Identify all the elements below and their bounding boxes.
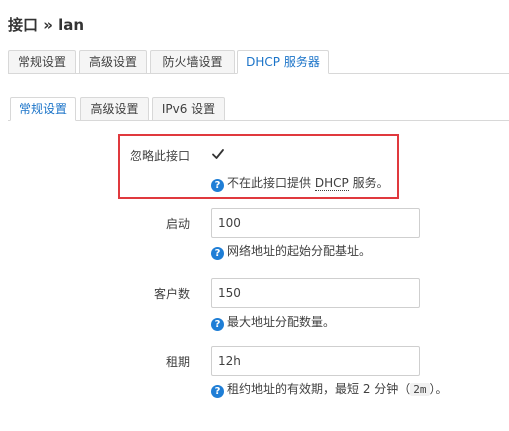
limit-help: ? 最大地址分配数量。 [211,313,335,331]
lease-label: 租期 [165,355,190,369]
tab-dhcp-server[interactable]: DHCP 服务器 [237,50,329,74]
main-tab-bar: 常规设置 高级设置 防火墙设置 DHCP 服务器 [8,48,509,74]
tab-advanced-settings[interactable]: 高级设置 [79,50,147,74]
tab-firewall-settings[interactable]: 防火墙设置 [150,50,235,74]
dhcp-abbr: DHCP [314,176,349,191]
check-icon [212,149,224,159]
ignore-interface-help: ? 不在此接口提供 DHCP 服务。 [211,174,389,192]
lease-help: ? 租约地址的有效期，最短 2 分钟（ 2m）。 [211,380,448,398]
sub-tab-bar: 常规设置 高级设置 IPv6 设置 [8,95,509,121]
help-icon: ? [211,247,224,260]
lease-min-code: 2m [410,383,430,396]
page-title: 接口 » lan [8,16,85,34]
subtab-advanced-settings[interactable]: 高级设置 [80,97,149,121]
ignore-interface-checkbox[interactable] [211,147,225,161]
lease-input[interactable]: 12h [211,346,420,376]
limit-input[interactable]: 150 [211,278,420,308]
ignore-interface-label: 忽略此接口 [129,149,190,163]
limit-label: 客户数 [153,287,190,301]
help-icon: ? [211,318,224,331]
start-help: ? 网络地址的起始分配基址。 [211,242,371,260]
help-icon: ? [211,179,224,192]
tab-general-settings[interactable]: 常规设置 [8,50,76,74]
subtab-ipv6-settings[interactable]: IPv6 设置 [152,97,225,121]
start-label: 启动 [165,217,190,231]
subtab-general-settings[interactable]: 常规设置 [10,97,76,121]
start-input[interactable]: 100 [211,208,420,238]
help-icon: ? [211,385,224,398]
